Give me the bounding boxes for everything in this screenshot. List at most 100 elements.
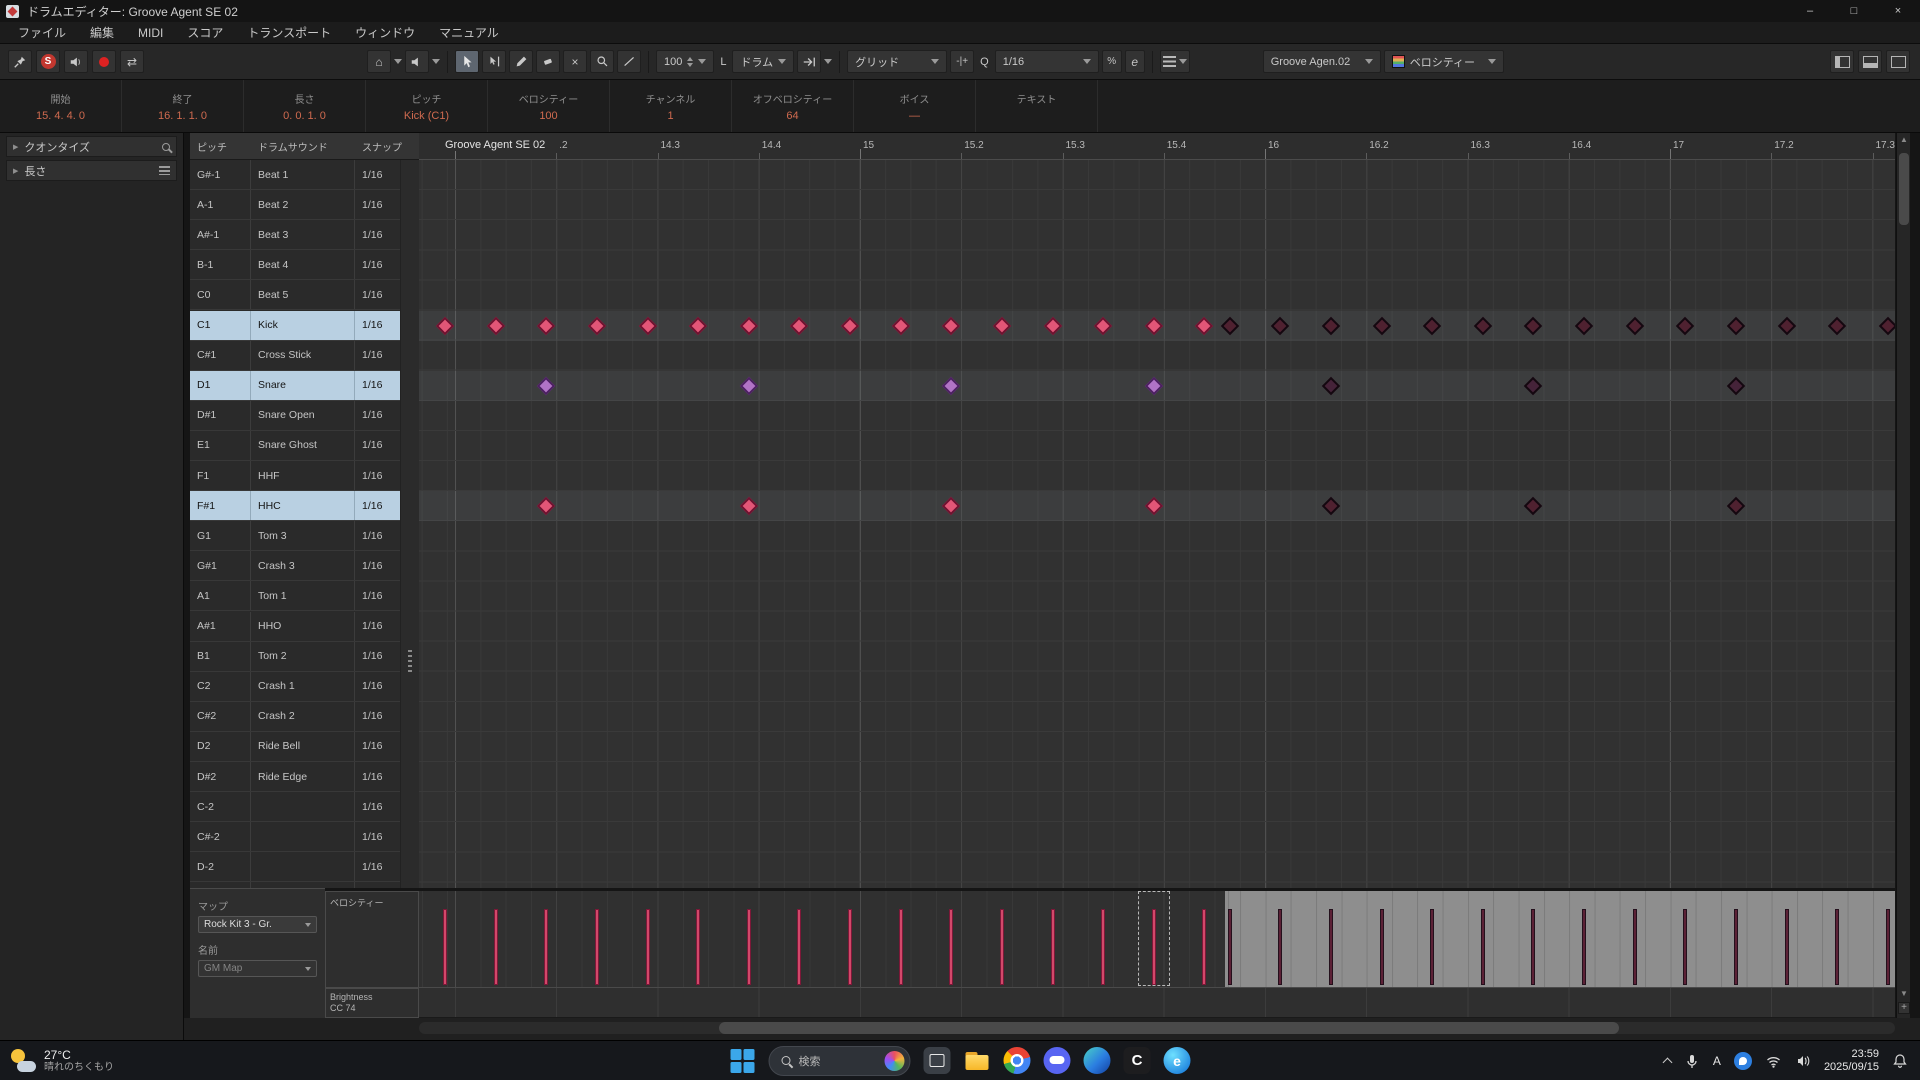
info-field-value[interactable]: 100	[539, 110, 557, 122]
info-field[interactable]: ボイス—	[854, 80, 976, 132]
info-field[interactable]: ベロシティー100	[488, 80, 610, 132]
active-part-dropdown[interactable]: Groove Agen.02	[1263, 50, 1381, 73]
velocity-bar[interactable]	[1430, 909, 1434, 985]
menu-item[interactable]: MIDI	[126, 22, 175, 44]
drum-list-row[interactable]: E1Snare Ghost1/16	[190, 431, 400, 461]
velocity-bar[interactable]	[848, 909, 852, 985]
horizontal-scroll-thumb[interactable]	[719, 1022, 1619, 1034]
volume-icon[interactable]	[1795, 1053, 1811, 1069]
velocity-bar[interactable]	[747, 909, 751, 985]
erase-tool[interactable]	[536, 50, 560, 73]
minimize-button[interactable]: –	[1788, 0, 1832, 22]
grid-type-dropdown[interactable]: グリッド	[847, 50, 947, 73]
info-field[interactable]: チャンネル1	[610, 80, 732, 132]
horizontal-scrollbar[interactable]	[419, 1022, 1895, 1034]
velocity-stepper[interactable]	[687, 57, 693, 67]
disclosure-triangle-icon[interactable]: ▶	[13, 143, 18, 151]
info-field[interactable]: テキスト	[976, 80, 1098, 132]
insert-velocity-value[interactable]: 100	[664, 56, 682, 68]
velocity-bar[interactable]	[1683, 909, 1687, 985]
drum-list-row[interactable]: C#1Cross Stick1/16	[190, 341, 400, 371]
record-button[interactable]	[92, 50, 116, 73]
drum-sound-column-header[interactable]: ドラムサウンド	[251, 139, 355, 154]
pitch-column-header[interactable]: ピッチ	[190, 139, 251, 154]
left-zone-toggle-button[interactable]	[1830, 50, 1854, 73]
loop-button[interactable]: ⇄	[120, 50, 144, 73]
explorer-app-icon[interactable]	[964, 1047, 991, 1074]
vertical-zoom-button[interactable]: +	[1898, 1002, 1910, 1014]
velocity-bar[interactable]	[899, 909, 903, 985]
taskbar-clock[interactable]: 23:59 2025/09/15	[1824, 1048, 1879, 1074]
drum-list-row[interactable]: G#1Crash 31/16	[190, 551, 400, 581]
search-highlights-icon[interactable]	[885, 1051, 905, 1071]
window-app-icon[interactable]	[924, 1047, 951, 1074]
object-select-tool[interactable]	[455, 50, 479, 73]
snap-column-header[interactable]: スナップ	[355, 139, 419, 154]
feedback-toggle-button[interactable]	[405, 50, 429, 73]
note-length-dropdown[interactable]: ドラム	[732, 50, 794, 73]
chat-icon[interactable]	[1734, 1052, 1752, 1070]
velocity-bar[interactable]	[1101, 909, 1105, 985]
drum-list-row[interactable]: D1Snare1/16	[190, 371, 400, 401]
velocity-bar[interactable]	[1785, 909, 1789, 985]
drum-list-row[interactable]: C2Crash 11/16	[190, 672, 400, 702]
microphone-icon[interactable]	[1684, 1053, 1700, 1069]
window-zones-button[interactable]: ⌂	[367, 50, 391, 73]
drum-list-row[interactable]: D2Ride Bell1/16	[190, 732, 400, 762]
auto-scroll-button[interactable]	[797, 50, 821, 73]
drum-list-row[interactable]: F1HHF1/16	[190, 461, 400, 491]
chevron-down-icon[interactable]	[824, 59, 832, 64]
drum-map-dropdown[interactable]: Rock Kit 3 - Gr.	[198, 916, 317, 933]
velocity-bar[interactable]	[1633, 909, 1637, 985]
maximize-button[interactable]: □	[1832, 0, 1876, 22]
info-field[interactable]: 終了16. 1. 1. 0	[122, 80, 244, 132]
velocity-bar[interactable]	[595, 909, 599, 985]
event-colors-dropdown[interactable]: ベロシティー	[1384, 50, 1504, 73]
part-name-label[interactable]: Groove Agent SE 02	[443, 139, 550, 151]
info-field[interactable]: 長さ0. 0. 1. 0	[244, 80, 366, 132]
velocity-bar[interactable]	[1051, 909, 1055, 985]
sidebar-section-length[interactable]: ▶長さ	[6, 160, 177, 181]
drum-list-row[interactable]: F#1HHC1/16	[190, 491, 400, 521]
chrome-app-icon[interactable]	[1004, 1047, 1031, 1074]
window-layout-button[interactable]	[1886, 50, 1910, 73]
sidebar-section-quantize[interactable]: ▶クオンタイズ	[6, 136, 177, 157]
ime-indicator[interactable]: A	[1713, 1054, 1721, 1068]
chevron-down-icon[interactable]	[394, 59, 402, 64]
vertical-scrollbar[interactable]: ▲ ▼ +	[1896, 133, 1910, 1018]
velocity-lane-header[interactable]: ベロシティー	[325, 891, 419, 988]
drum-list-row[interactable]: C1Kick1/16	[190, 311, 400, 341]
discord-app-icon[interactable]	[1044, 1047, 1071, 1074]
info-field-value[interactable]: 16. 1. 1. 0	[158, 110, 207, 122]
wifi-icon[interactable]	[1765, 1053, 1782, 1069]
info-field-value[interactable]: —	[909, 110, 920, 122]
velocity-bar[interactable]	[1835, 909, 1839, 985]
info-field-value[interactable]: 1	[667, 110, 673, 122]
mute-tool[interactable]: ×	[563, 50, 587, 73]
velocity-bar[interactable]	[1582, 909, 1586, 985]
close-button[interactable]: ×	[1876, 0, 1920, 22]
insert-velocity-control[interactable]: 100	[656, 50, 714, 73]
vertical-scroll-thumb[interactable]	[1899, 153, 1909, 225]
scroll-up-icon[interactable]: ▲	[1897, 135, 1911, 144]
lower-zone-toggle-button[interactable]	[1858, 50, 1882, 73]
info-field-value[interactable]: 15. 4. 4. 0	[36, 110, 85, 122]
info-field-value[interactable]: Kick (C1)	[404, 110, 449, 122]
cubase-app-icon[interactable]	[1124, 1047, 1151, 1074]
velocity-bar[interactable]	[1329, 909, 1333, 985]
map-name-dropdown[interactable]: GM Map	[198, 960, 317, 977]
draw-tool[interactable]	[509, 50, 533, 73]
info-field[interactable]: オフベロシティー64	[732, 80, 854, 132]
quantize-preset-dropdown[interactable]: 1/16	[995, 50, 1099, 73]
resize-handle-icon[interactable]	[408, 650, 412, 674]
drum-list-row[interactable]: A1Tom 11/16	[190, 581, 400, 611]
drum-list-row[interactable]: D#1Snare Open1/16	[190, 401, 400, 431]
disclosure-triangle-icon[interactable]: ▶	[13, 167, 18, 175]
blue-app-icon[interactable]	[1164, 1047, 1191, 1074]
velocity-lane[interactable]	[419, 891, 1895, 988]
edge-app-icon[interactable]	[1084, 1047, 1111, 1074]
trim-tool[interactable]	[482, 50, 506, 73]
velocity-bar[interactable]	[1202, 909, 1206, 985]
part-list-button[interactable]	[1160, 50, 1190, 73]
taskbar-search-input[interactable]: 検索	[769, 1046, 911, 1076]
